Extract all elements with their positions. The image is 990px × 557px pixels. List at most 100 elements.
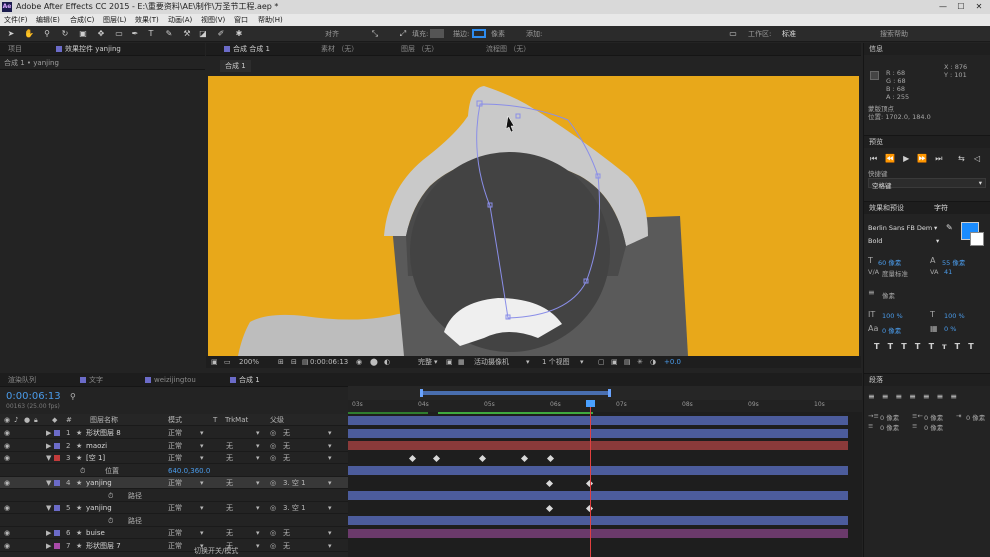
align-label[interactable]: 对齐 xyxy=(325,29,339,39)
hand-tool-icon[interactable]: ✋ xyxy=(24,29,34,39)
show-snapshot-icon[interactable]: ⬤ xyxy=(370,356,378,368)
trkmat-select[interactable]: 无 xyxy=(226,477,233,489)
menu-layer[interactable]: 图层(L) xyxy=(103,14,126,26)
last-frame-icon[interactable]: ⏭ xyxy=(935,154,950,163)
path-keyframe[interactable] xyxy=(545,504,554,512)
prev-frame-icon[interactable]: ⏪ xyxy=(885,154,903,163)
blend-mode-chevron-icon[interactable]: ▾ xyxy=(200,452,204,464)
roi-icon[interactable]: ▣ xyxy=(446,356,453,368)
tsume-value[interactable]: 0 % xyxy=(944,325,956,333)
parent-select[interactable]: 无 xyxy=(283,427,290,439)
exposure-value[interactable]: +0.0 xyxy=(664,356,681,368)
trkmat-chevron-icon[interactable]: ▾ xyxy=(256,502,260,514)
blend-mode-chevron-icon[interactable]: ▾ xyxy=(200,502,204,514)
current-time-indicator[interactable] xyxy=(590,400,591,557)
align-center-icon[interactable]: ≡ xyxy=(882,392,896,401)
blend-mode-select[interactable]: 正常 xyxy=(168,502,182,514)
layer-track-bar[interactable] xyxy=(348,516,848,525)
layer-row[interactable]: ◉ ▶ 2 ★ maozi 正常 ▾ 无 ▾ ◎ 无 ▾ xyxy=(0,440,348,452)
pickwhip-icon[interactable]: ◎ xyxy=(270,540,276,552)
tab-composition[interactable]: 合成 合成 1 xyxy=(224,43,270,56)
font-size-value[interactable]: 60 像素 xyxy=(878,257,901,267)
timeline-icon[interactable]: ▤ xyxy=(624,356,631,368)
visibility-eye-icon[interactable]: ◉ xyxy=(4,502,10,514)
layer-name[interactable]: yanjing xyxy=(86,502,112,514)
blend-mode-select[interactable]: 正常 xyxy=(168,452,182,464)
parent-select[interactable]: 无 xyxy=(283,452,290,464)
parent-chevron-icon[interactable]: ▾ xyxy=(328,440,332,452)
tab-footage[interactable]: 素材 （无） xyxy=(321,43,358,56)
trkmat-select[interactable]: 无 xyxy=(226,502,233,514)
maximize-icon[interactable]: ☐ xyxy=(954,0,968,14)
stroke-color-swatch[interactable] xyxy=(970,232,984,246)
parent-select[interactable]: 3. 空 1 xyxy=(283,477,306,489)
layer-name[interactable]: buise xyxy=(86,527,105,539)
expand-chevron-icon[interactable]: ▼ xyxy=(46,502,51,514)
expand-chevron-icon[interactable]: ▶ xyxy=(46,527,51,539)
space-before-value[interactable]: 0 像素 xyxy=(880,422,899,432)
tracking-value[interactable]: 41 xyxy=(944,268,952,276)
position-keyframe[interactable] xyxy=(478,454,487,462)
layer-row[interactable]: ◉ ▶ 1 ★ 形状图层 8 正常 ▾ ▾ ◎ 无 ▾ xyxy=(0,427,348,439)
snap-icon[interactable]: ⤡ xyxy=(370,29,380,39)
stopwatch-icon[interactable]: ⏱ xyxy=(108,490,113,502)
font-family-chevron-icon[interactable]: ▾ xyxy=(934,224,937,232)
snapshot-icon[interactable]: ◉ xyxy=(356,356,362,368)
parent-select[interactable]: 无 xyxy=(283,527,290,539)
align-left-icon[interactable]: ≡ xyxy=(868,392,882,401)
trkmat-chevron-icon[interactable]: ▾ xyxy=(256,477,260,489)
parent-select[interactable]: 无 xyxy=(283,440,290,452)
faux-italic-icon[interactable]: T xyxy=(888,342,902,351)
pan-behind-tool-icon[interactable]: ✥ xyxy=(96,29,106,39)
tab-character[interactable]: 字符 xyxy=(934,202,948,214)
visibility-eye-icon[interactable]: ◉ xyxy=(4,540,10,552)
zoom-select[interactable]: 200% xyxy=(239,356,259,368)
work-area-bar[interactable] xyxy=(348,386,862,400)
search-icon[interactable]: ⚲ xyxy=(70,392,76,401)
comp-subtab[interactable]: 合成 1 xyxy=(220,60,251,72)
visibility-eye-icon[interactable]: ◉ xyxy=(4,427,10,439)
first-frame-icon[interactable]: ⏮ xyxy=(870,154,885,163)
label-color-swatch[interactable] xyxy=(54,480,60,486)
menu-composition[interactable]: 合成(C) xyxy=(70,14,94,26)
resolution-chevron-icon[interactable]: ▾ xyxy=(434,356,438,368)
trkmat-chevron-icon[interactable]: ▾ xyxy=(256,440,260,452)
layer-name[interactable]: yanjing xyxy=(86,477,112,489)
view-layout-chevron-icon[interactable]: ▾ xyxy=(580,356,584,368)
label-color-swatch[interactable] xyxy=(54,455,60,461)
work-area-end-handle[interactable] xyxy=(608,389,611,397)
stopwatch-icon[interactable]: ⏱ xyxy=(80,465,85,477)
align-right-icon[interactable]: ≡ xyxy=(895,392,909,401)
layer-row[interactable]: ◉ ▶ 6 ★ buise 正常 ▾ 无 ▾ ◎ 无 ▾ xyxy=(0,527,348,539)
layer-row[interactable]: ◉ ▼ 4 ★ yanjing 正常 ▾ 无 ▾ ◎ 3. 空 1 ▾ xyxy=(0,477,348,489)
font-style-chevron-icon[interactable]: ▾ xyxy=(936,237,939,245)
visibility-eye-icon[interactable]: ◉ xyxy=(4,440,10,452)
indent-first-value[interactable]: 0 像素 xyxy=(966,412,985,422)
artwork-svg[interactable] xyxy=(208,76,859,356)
pickwhip-icon[interactable]: ◎ xyxy=(270,477,276,489)
indent-left-value[interactable]: 0 像素 xyxy=(880,412,899,422)
comp-canvas[interactable] xyxy=(208,76,859,356)
blend-mode-select[interactable]: 正常 xyxy=(168,527,182,539)
trkmat-chevron-icon[interactable]: ▾ xyxy=(256,540,260,552)
leading-value[interactable]: 55 像素 xyxy=(942,257,965,267)
zoom-tool-icon[interactable]: ⚲ xyxy=(42,29,52,39)
blend-mode-select[interactable]: 正常 xyxy=(168,540,182,552)
stroke-swatch[interactable] xyxy=(472,29,486,38)
blend-mode-select[interactable]: 正常 xyxy=(168,427,182,439)
stopwatch-icon[interactable]: ⏱ xyxy=(108,515,113,527)
superscript-icon[interactable]: T xyxy=(955,342,969,351)
fast-preview-icon[interactable]: ▣ xyxy=(611,356,618,368)
trkmat-select[interactable]: 无 xyxy=(226,527,233,539)
next-frame-icon[interactable]: ⏩ xyxy=(917,154,935,163)
layer-name[interactable]: 形状图层 8 xyxy=(86,427,121,439)
rectangle-tool-icon[interactable]: ▭ xyxy=(114,29,124,39)
toggle-pixel-icon[interactable]: ▢ xyxy=(598,356,605,368)
menu-help[interactable]: 帮助(H) xyxy=(258,14,283,26)
pickwhip-icon[interactable]: ◎ xyxy=(270,440,276,452)
font-family-select[interactable]: Berlin Sans FB Dem xyxy=(868,224,932,232)
fill-swatch[interactable] xyxy=(430,29,444,38)
transparency-grid-icon[interactable]: ▦ xyxy=(458,356,465,368)
visibility-eye-icon[interactable]: ◉ xyxy=(4,452,10,464)
layer-row[interactable]: ◉ ▼ 3 ★ [空 1] 正常 ▾ 无 ▾ ◎ 无 ▾ xyxy=(0,452,348,464)
